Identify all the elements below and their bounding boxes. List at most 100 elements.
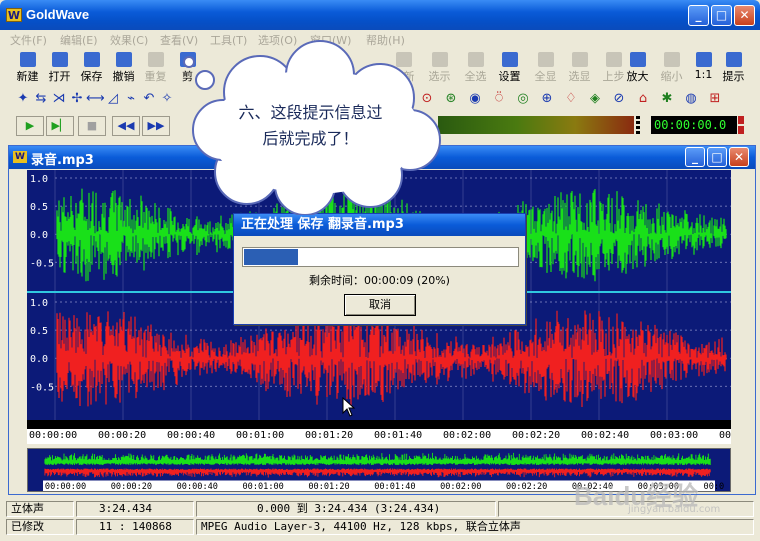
effect-icon-r9[interactable]: ⌂: [634, 90, 652, 108]
open-button[interactable]: 打开: [44, 50, 75, 86]
amplitude-tick: 0.0: [30, 230, 48, 241]
menu-item-0[interactable]: 文件(F): [10, 32, 47, 48]
timeline-tick: 00:02:00: [443, 430, 492, 441]
timeline-tick: 00:02:40: [581, 430, 630, 441]
effect-icon-r8[interactable]: ⊘: [610, 90, 628, 108]
effect-icon-r10[interactable]: ✱: [658, 90, 676, 108]
remaining-time-text: 剩余时间：00:00:09 (20%): [309, 274, 450, 287]
amplitude-tick: 1.0: [30, 174, 48, 185]
overview-channel-1: [44, 452, 711, 466]
effect-icon-r6[interactable]: ♢: [562, 90, 580, 108]
progress-fill: [244, 249, 299, 265]
menu-item-2[interactable]: 效果(C): [110, 32, 148, 48]
toolbar-label: 设置: [498, 70, 521, 83]
toolbar-label: 缩小: [660, 70, 683, 83]
stop-icon[interactable]: ■: [78, 116, 106, 136]
processing-dialog: 正在处理 保存 翻录音.mp3 剩余时间：00:00:09 (20%) 取消: [233, 213, 526, 325]
effect-icon-7[interactable]: ↶: [140, 90, 158, 108]
status-length: 3:24.434: [76, 501, 194, 517]
toolbar-label: 打开: [48, 70, 71, 83]
new-icon: [19, 52, 36, 67]
doc-maximize-button[interactable]: □: [707, 147, 727, 167]
toolbar-label: 1:1: [694, 68, 713, 81]
status-format: MPEG Audio Layer-3, 44100 Hz, 128 kbps, …: [196, 519, 754, 535]
timeline-tick: 00:00:20: [98, 430, 147, 441]
effect-icon-r4[interactable]: ◎: [514, 90, 532, 108]
toolbar-grip: [636, 116, 640, 134]
amplitude-tick: 1.0: [30, 298, 48, 309]
toolbar-label: 选显: [568, 70, 591, 83]
settings-icon: [501, 52, 518, 67]
zoom-1to1-button[interactable]: 1:1: [688, 50, 719, 86]
effect-icon-r3[interactable]: ⍥: [490, 90, 508, 108]
maximize-button[interactable]: □: [711, 5, 732, 26]
cancel-button[interactable]: 取消: [344, 294, 416, 316]
redo-button[interactable]: 重复: [140, 50, 171, 86]
record-indicator: [738, 116, 744, 124]
timeline-tick: 00:03:00: [650, 430, 699, 441]
timeline-tick: 00:01:20: [305, 430, 354, 441]
level-meter: [438, 116, 634, 134]
effect-icon-6[interactable]: ⌁: [122, 90, 140, 108]
doc-minimize-button[interactable]: _: [685, 147, 705, 167]
undo-button[interactable]: 撤销: [108, 50, 139, 86]
toolbar-label: 重复: [144, 70, 167, 83]
timeline-tick: 00:01:40: [374, 430, 423, 441]
effect-icon-r11[interactable]: ◍: [682, 90, 700, 108]
overview-tick: 00:00:20: [111, 482, 152, 492]
amplitude-tick: 0.5: [30, 326, 48, 337]
show-all-button[interactable]: 全显: [530, 50, 561, 86]
effect-icon-4[interactable]: ⟷: [86, 90, 105, 108]
zoom-in-icon: [629, 52, 646, 67]
toolbar-label: 新建: [16, 70, 39, 83]
menu-item-1[interactable]: 编辑(E): [60, 32, 98, 48]
effect-icon-5[interactable]: ◿: [104, 90, 122, 108]
dialog-title: 正在处理 保存 翻录音.mp3: [234, 214, 525, 236]
timeline-tick: 00:02:20: [512, 430, 561, 441]
status-modified: 已修改: [6, 519, 74, 535]
mouse-cursor-icon: [342, 397, 356, 417]
hint-button[interactable]: 提示: [718, 50, 749, 86]
rewind-icon[interactable]: ◀◀: [112, 116, 140, 136]
callout-line-1: 六、这段提示信息过: [238, 103, 383, 122]
select-all-button[interactable]: 全选: [460, 50, 491, 86]
effect-icon-3[interactable]: ✢: [68, 90, 86, 108]
minimize-button[interactable]: _: [688, 5, 709, 26]
timeline-tick: 00:00:40: [167, 430, 216, 441]
zoom-in-button[interactable]: 放大: [622, 50, 653, 86]
overview-tick: 00:02:20: [506, 482, 547, 492]
amplitude-tick: -0.5: [30, 382, 54, 393]
callout-text: 六、这段提示信息过 后就完成了！: [208, 100, 413, 152]
effect-icon-2[interactable]: ⋊: [50, 90, 68, 108]
effect-icon-1[interactable]: ⇆: [32, 90, 50, 108]
close-button[interactable]: ✕: [734, 5, 755, 26]
status-selection: 0.000 到 3:24.434 (3:24.434): [196, 501, 496, 517]
watermark-url: jingyan.baidu.com: [628, 504, 721, 515]
overview-tick: 00:01:20: [308, 482, 349, 492]
right-margin: [731, 170, 753, 492]
play-icon[interactable]: ▶: [16, 116, 44, 136]
zoom-out-button[interactable]: 缩小: [656, 50, 687, 86]
overview-tick: 00:01:00: [243, 482, 284, 492]
callout-line-2: 后就完成了！: [262, 129, 359, 148]
effect-icon-r5[interactable]: ⊕: [538, 90, 556, 108]
effect-icon-8[interactable]: ✧: [158, 90, 176, 108]
zoom-1to1-icon: [695, 52, 712, 67]
new-button[interactable]: 新建: [12, 50, 43, 86]
open-icon: [51, 52, 68, 67]
effect-icon-0[interactable]: ✦: [14, 90, 32, 108]
effect-icon-r2[interactable]: ◉: [466, 90, 484, 108]
effect-icon-r7[interactable]: ◈: [586, 90, 604, 108]
show-selection-button[interactable]: 选显: [564, 50, 595, 86]
effect-icon-r12[interactable]: ⊞: [706, 90, 724, 108]
doc-close-button[interactable]: ✕: [729, 147, 749, 167]
settings-button[interactable]: 设置: [494, 50, 525, 86]
zoom-out-icon: [663, 52, 680, 67]
save-button[interactable]: 保存: [76, 50, 107, 86]
fast-forward-icon[interactable]: ▶▶: [142, 116, 170, 136]
save-icon: [83, 52, 100, 67]
play-selection-icon[interactable]: ▶▏: [46, 116, 74, 136]
toolbar-label: 保存: [80, 70, 103, 83]
waveform-scrollbar[interactable]: [27, 420, 731, 428]
show-selection-icon: [571, 52, 588, 67]
